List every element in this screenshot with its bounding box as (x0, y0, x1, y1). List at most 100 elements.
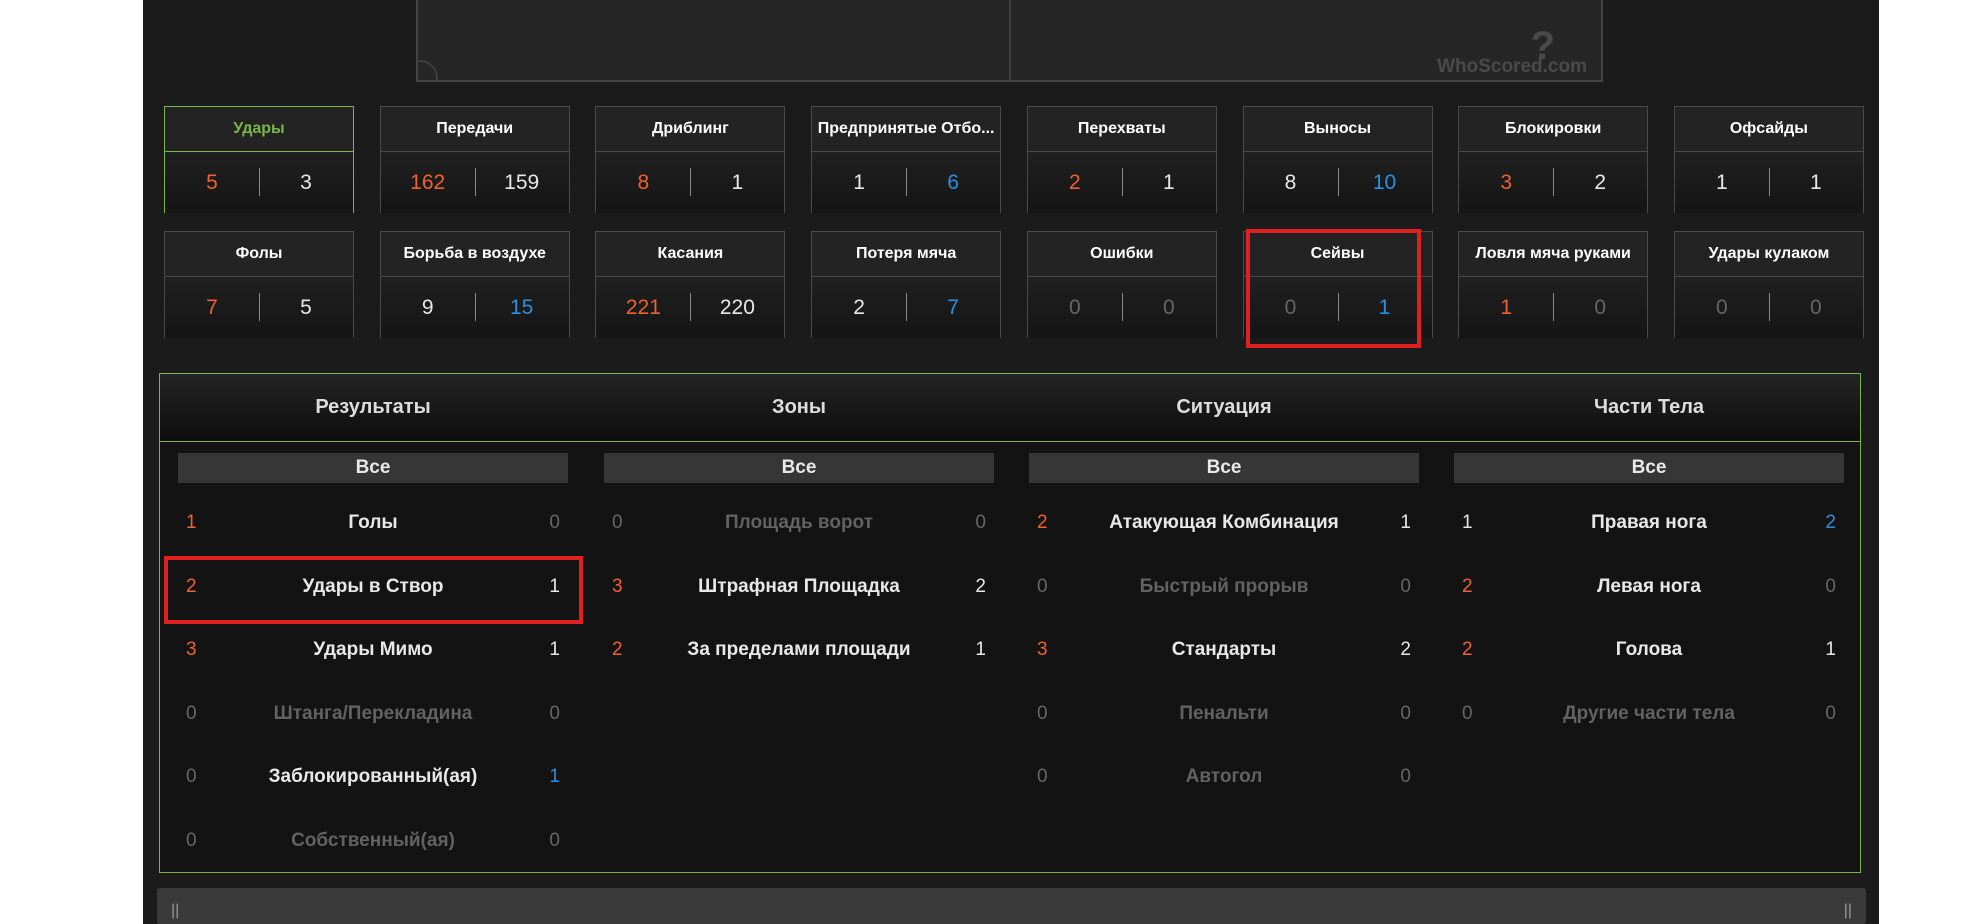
stat-tile[interactable]: Фолы 7 5 (164, 231, 354, 338)
away-count: 0 (549, 512, 560, 533)
away-count: 1 (975, 639, 986, 660)
stat-tile[interactable]: Удары 5 3 (164, 106, 354, 213)
filter-row[interactable]: Левая нога 2 0 (1454, 567, 1844, 607)
filter-all-button[interactable]: Все (178, 453, 568, 483)
filter-all-button[interactable]: Все (1454, 453, 1844, 483)
filter-row[interactable]: Автогол 0 0 (1029, 757, 1419, 797)
away-count: 0 (975, 512, 986, 533)
filter-row[interactable]: Другие части тела 0 0 (1454, 694, 1844, 734)
away-value: 6 (947, 171, 959, 194)
home-count: 0 (186, 766, 197, 787)
stat-tile[interactable]: Касания 221 220 (595, 231, 786, 338)
stat-tile[interactable]: Ловля мяча руками 1 0 (1458, 231, 1649, 338)
home-count: 2 (1462, 575, 1473, 597)
filter-label: Левая нога (1597, 575, 1701, 597)
stat-tile-title: Удары кулаком (1674, 232, 1863, 277)
home-value: 0 (1068, 296, 1081, 319)
filter-row[interactable]: Правая нога 1 2 (1454, 503, 1844, 543)
stat-tile[interactable]: Ошибки 0 0 (1026, 231, 1217, 338)
filter-all-button[interactable]: Все (1029, 453, 1419, 483)
away-count: 0 (549, 829, 560, 851)
stat-tile[interactable]: Предпринятые Отбо... 1 6 (811, 106, 1002, 213)
pitch-midline (1009, 0, 1011, 80)
filter-row[interactable]: Заблокированный(ая) 0 1 (178, 757, 568, 797)
stat-tile[interactable]: Удары кулаком 0 0 (1673, 231, 1864, 338)
away-value: 0 (1162, 296, 1175, 319)
filter-all-button[interactable]: Все (604, 453, 994, 483)
stat-tile[interactable]: Офсайды 1 1 (1673, 106, 1864, 213)
filter-label: Штрафная Площадка (698, 575, 900, 597)
highlight-shots-on-target (164, 556, 583, 624)
stat-tile-title: Дриблинг (596, 107, 785, 152)
stat-tile-values: 21 (1027, 152, 1216, 213)
home-value: 5 (206, 171, 218, 194)
home-count: 2 (1462, 639, 1473, 660)
home-count: 2 (1037, 512, 1048, 533)
home-count: 0 (1037, 575, 1048, 597)
home-value: 162 (410, 171, 446, 194)
panel-tab-header[interactable]: Результаты (173, 374, 573, 441)
drag-handle-icon[interactable]: || (1844, 902, 1852, 920)
filter-row[interactable]: Голова 2 1 (1454, 630, 1844, 670)
home-count: 0 (1037, 702, 1048, 724)
home-count: 3 (612, 575, 623, 597)
home-value: 7 (206, 296, 218, 319)
filter-row[interactable]: Пенальти 0 0 (1029, 694, 1419, 734)
away-value: 15 (510, 296, 534, 319)
highlight-saves (1246, 229, 1421, 348)
panel-tab-header[interactable]: Ситуация (1024, 374, 1424, 441)
away-value: 1 (731, 171, 744, 194)
stat-tile[interactable]: Потеря мяча 2 7 (811, 231, 1002, 338)
timeline-scrollbar[interactable]: || || (157, 888, 1866, 924)
away-count: 1 (1825, 639, 1836, 660)
home-value: 1 (1716, 171, 1728, 194)
pitch-preview: ? WhoScored.com (416, 0, 1603, 82)
panel-tab-header[interactable]: Зоны (599, 374, 999, 441)
home-value: 8 (637, 171, 650, 194)
drag-handle-icon[interactable]: || (171, 902, 179, 920)
filter-label: Голова (1615, 639, 1683, 660)
home-value: 3 (1500, 171, 1513, 194)
filter-row[interactable]: Голы 1 0 (178, 503, 568, 543)
stat-tile[interactable]: Передачи 162 159 (379, 106, 570, 213)
stat-tile[interactable]: Блокировки 3 2 (1458, 106, 1649, 213)
filter-row[interactable]: Штанга/Перекладина 0 0 (178, 694, 568, 734)
away-value: 3 (300, 171, 312, 194)
filter-row[interactable]: Удары Мимо 3 1 (178, 630, 568, 670)
filter-row[interactable]: Площадь ворот 0 0 (604, 503, 994, 543)
stat-tile-title: Касания (596, 232, 785, 277)
stat-tile-values: 8 10 (1243, 152, 1432, 213)
away-count: 0 (1825, 702, 1836, 724)
filter-label: Заблокированный(ая) (268, 766, 478, 787)
panel-header: Результаты Зоны Ситуация Части Тела (160, 374, 1860, 442)
stat-tile[interactable]: Борьба в воздухе 9 15 (379, 231, 570, 338)
stat-tile-title: Блокировки (1459, 107, 1648, 152)
stat-tile-values: 81 (596, 152, 785, 213)
stat-tile[interactable]: Выносы 8 10 (1242, 106, 1433, 213)
away-value: 5 (300, 296, 312, 319)
home-count: 1 (186, 512, 197, 533)
home-value: 8 (1284, 171, 1297, 194)
stat-tile-title: Выносы (1243, 107, 1432, 152)
stat-tile-title: Предпринятые Отбо... (812, 107, 1001, 152)
filter-row[interactable]: За пределами площади 2 1 (604, 630, 994, 670)
stat-tile[interactable]: Перехваты 2 1 (1026, 106, 1217, 213)
filter-label: Атакующая Комбинация (1109, 512, 1339, 533)
filter-label: Штанга/Перекладина (273, 702, 473, 724)
filter-row[interactable]: Штрафная Площадка 3 2 (604, 567, 994, 607)
stat-tile-values: 27 (812, 277, 1001, 338)
away-value: 159 (504, 171, 540, 194)
away-count: 0 (549, 702, 560, 724)
filter-label: Собственный(ая) (291, 829, 455, 851)
away-count: 1 (549, 639, 560, 660)
filter-row[interactable]: Быстрый прорыв 0 0 (1029, 567, 1419, 607)
panel-tab-header[interactable]: Части Тела (1449, 374, 1849, 441)
filter-row[interactable]: Собственный(ая) 0 0 (178, 821, 568, 861)
stat-tile[interactable]: Дриблинг 8 1 (595, 106, 786, 213)
filter-row[interactable]: Стандарты 3 2 (1029, 630, 1419, 670)
home-count: 0 (1037, 766, 1048, 787)
filter-row[interactable]: Атакующая Комбинация 2 1 (1029, 503, 1419, 543)
away-count: 0 (1400, 702, 1411, 724)
home-value: 221 (625, 296, 661, 319)
filter-label: Правая нога (1591, 512, 1707, 533)
